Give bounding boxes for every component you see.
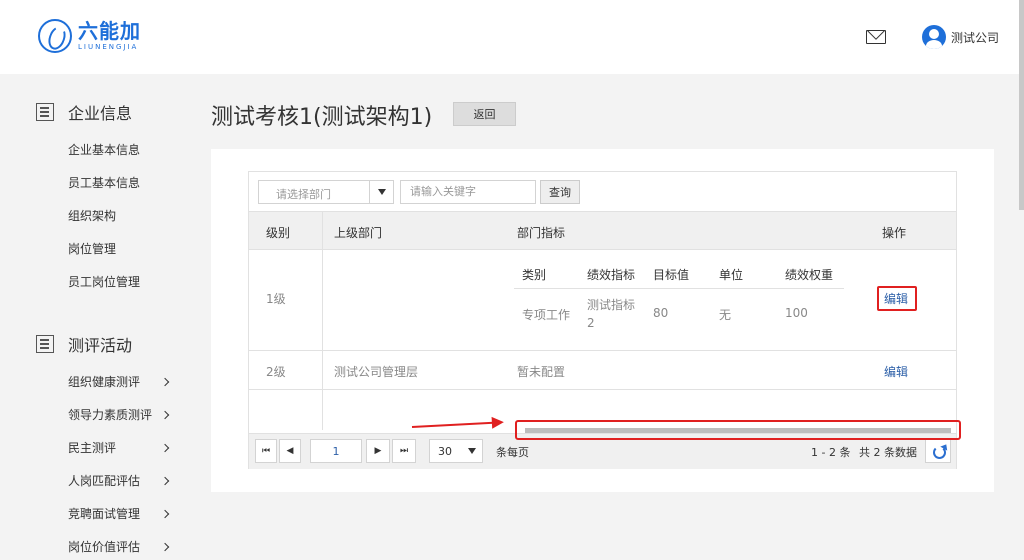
cell-level: 2级: [266, 365, 286, 379]
sidebar-item-person-job-match[interactable]: 人岗匹配评估: [68, 472, 170, 489]
column-header-level[interactable]: 级别: [266, 224, 290, 241]
building-icon: [36, 103, 54, 121]
sidebar-item-employee-info[interactable]: 员工基本信息: [68, 174, 140, 191]
cell-unit: 无: [719, 308, 732, 322]
sidebar-section-title: 测评活动: [68, 336, 133, 355]
page-title: 测试考核1(测试架构1): [211, 105, 433, 130]
refresh-icon[interactable]: [925, 439, 951, 463]
sidebar-section-assessment[interactable]: 测评活动: [36, 332, 132, 356]
column-header-parent-dept[interactable]: 上级部门: [334, 224, 382, 241]
horizontal-scrollbar-highlight: [515, 420, 961, 440]
horizontal-scrollbar[interactable]: [525, 428, 951, 433]
sidebar-item-job-value[interactable]: 岗位价值评估: [68, 538, 170, 555]
dropdown-arrow-icon: [468, 448, 476, 454]
last-page-button[interactable]: ⏭: [392, 439, 416, 463]
logo[interactable]: 六能加 LIUNENGJIA: [38, 19, 141, 53]
sub-header-category: 类别: [522, 268, 547, 282]
cell-indicator-line2: 2: [587, 316, 595, 330]
chevron-right-icon: [160, 542, 170, 551]
table-row[interactable]: 2级 测试公司管理层 暂未配置 编辑: [249, 351, 956, 390]
page-range: 1 - 2 条: [811, 446, 851, 459]
sidebar-item-org-health[interactable]: 组织健康测评: [68, 373, 170, 390]
sub-header-unit: 单位: [719, 268, 744, 282]
prev-page-button[interactable]: ◀: [279, 439, 301, 463]
top-header: 六能加 LIUNENGJIA 测试公司: [0, 0, 1024, 74]
cell-indicator: 测试指标: [587, 298, 636, 312]
first-page-button[interactable]: ⏮: [255, 439, 277, 463]
sidebar-section-company[interactable]: 企业信息: [36, 100, 132, 124]
back-button[interactable]: 返回: [453, 102, 516, 126]
column-header-dept-indicator[interactable]: 部门指标: [517, 224, 565, 241]
logo-name: 六能加: [78, 19, 141, 43]
sidebar-item-employee-position[interactable]: 员工岗位管理: [68, 273, 140, 290]
user-name[interactable]: 测试公司: [951, 29, 999, 46]
page-size-value: 30: [438, 445, 452, 458]
total-count: 共 2 条数据: [859, 446, 917, 459]
cell-target: 80: [653, 306, 669, 320]
sub-header-weight: 绩效权重: [785, 268, 834, 282]
chevron-right-icon: [160, 377, 170, 386]
dropdown-arrow-icon[interactable]: [369, 181, 393, 203]
highlight-box: [877, 286, 917, 311]
cell-level: 1级: [266, 292, 286, 306]
cell-indicator-status: 暂未配置: [517, 365, 566, 379]
grid-toolbar: 请选择部门 请输入关键字 查询: [249, 172, 956, 211]
next-page-button[interactable]: ▶: [366, 439, 390, 463]
keyword-input[interactable]: 请输入关键字: [400, 180, 536, 204]
clipboard-icon: [36, 335, 54, 353]
chevron-right-icon: [160, 410, 170, 419]
sidebar-item-label: 组织健康测评: [68, 375, 141, 389]
sidebar-item-org-structure[interactable]: 组织架构: [68, 207, 116, 224]
sidebar-item-label: 人岗匹配评估: [68, 474, 141, 488]
user-avatar-icon[interactable]: [922, 25, 946, 49]
cell-parent-dept: 测试公司管理层: [334, 365, 419, 379]
sidebar-item-label: 岗位价值评估: [68, 540, 141, 554]
logo-subtitle: LIUNENGJIA: [78, 43, 139, 51]
table-row[interactable]: 1级 类别 绩效指标 目标值 单位 绩效权重 专项工作 测试指标 2 80 无 …: [249, 250, 956, 351]
window-scrollbar[interactable]: [1019, 0, 1024, 210]
chevron-right-icon: [160, 443, 170, 452]
sidebar-item-company-info[interactable]: 企业基本信息: [68, 141, 140, 158]
sidebar-item-leadership[interactable]: 领导力素质测评: [68, 406, 170, 423]
sidebar-section-title: 企业信息: [68, 104, 133, 123]
sidebar-item-label: 竞聘面试管理: [68, 507, 141, 521]
cell-weight: 100: [785, 306, 808, 320]
column-header-action[interactable]: 操作: [882, 224, 906, 241]
query-button[interactable]: 查询: [540, 180, 580, 204]
edit-link[interactable]: 编辑: [884, 363, 908, 380]
sidebar-item-label: 民主测评: [68, 441, 117, 455]
logo-icon: [38, 19, 72, 53]
mail-icon[interactable]: [866, 30, 886, 44]
page-size-select[interactable]: 30: [429, 439, 483, 463]
sidebar: 企业信息 企业基本信息 员工基本信息 组织架构 岗位管理 员工岗位管理 测评活动…: [0, 74, 190, 560]
sidebar-item-position-mgmt[interactable]: 岗位管理: [68, 240, 116, 257]
chevron-right-icon: [160, 476, 170, 485]
cell-category: 专项工作: [522, 308, 571, 322]
department-select-placeholder: 请选择部门: [276, 188, 331, 201]
sidebar-item-label: 领导力素质测评: [68, 408, 153, 422]
department-select[interactable]: 请选择部门: [258, 180, 394, 204]
chevron-right-icon: [160, 509, 170, 518]
page-number-input[interactable]: 1: [310, 439, 362, 463]
per-page-label: 条每页: [496, 446, 529, 459]
table-header: 级别 上级部门 部门指标 操作: [249, 211, 956, 250]
sub-header-indicator: 绩效指标: [587, 268, 636, 282]
sub-header-target: 目标值: [653, 268, 690, 282]
sidebar-item-democratic[interactable]: 民主测评: [68, 439, 170, 456]
sidebar-item-interview[interactable]: 竞聘面试管理: [68, 505, 170, 522]
